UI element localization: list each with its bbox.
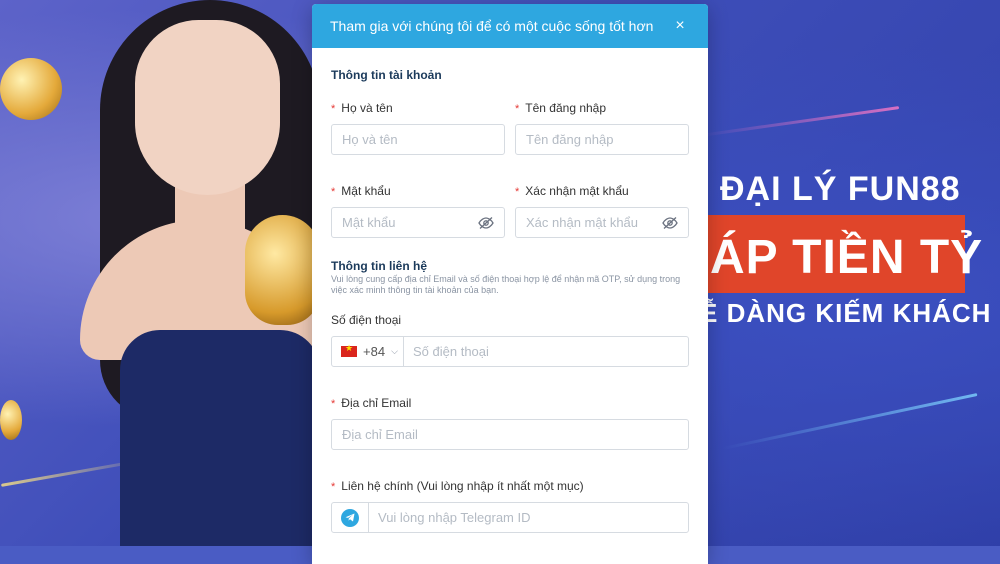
promo-headline: ĐẠI LÝ FUN88 bbox=[720, 170, 961, 208]
email-field: * Địa chỉ Email Địa chỉ Email bbox=[331, 395, 689, 450]
main-contact-label: Liên hệ chính (Vui lòng nhập ít nhất một… bbox=[341, 479, 584, 493]
promo-highlight-text: ÁP TIỀN TỶ bbox=[710, 231, 984, 284]
contact-type-select[interactable] bbox=[332, 503, 369, 532]
required-mark: * bbox=[331, 398, 336, 410]
eye-off-icon[interactable] bbox=[662, 216, 678, 230]
main-contact-field: * Liên hệ chính (Vui lòng nhập ít nhất mộ… bbox=[331, 478, 689, 533]
confirm-password-field: * Xác nhận mật khẩu Xác nhận mật khẩu bbox=[515, 183, 689, 238]
light-streak bbox=[700, 106, 900, 137]
contact-section-title: Thông tin liên hệ bbox=[331, 259, 427, 273]
fullname-label: Họ và tên bbox=[341, 101, 393, 115]
close-icon[interactable]: × bbox=[670, 17, 690, 35]
required-mark: * bbox=[515, 186, 520, 198]
password-field: * Mật khẩu Mật khẩu bbox=[331, 183, 505, 238]
account-section-title: Thông tin tài khoản bbox=[331, 68, 442, 82]
required-mark: * bbox=[515, 103, 520, 115]
email-input[interactable]: Địa chỉ Email bbox=[331, 419, 689, 450]
telegram-id-input[interactable]: Vui lòng nhập Telegram ID bbox=[369, 503, 688, 532]
required-mark: * bbox=[331, 103, 336, 115]
modal-title: Tham gia với chúng tôi để có một cuộc số… bbox=[330, 18, 654, 34]
fullname-input[interactable]: Họ và tên bbox=[331, 124, 505, 155]
money-bag-image bbox=[245, 215, 320, 325]
signup-modal: Tham gia với chúng tôi để có một cuộc số… bbox=[312, 4, 708, 564]
chevron-down-icon: ⌵ bbox=[391, 346, 398, 356]
email-label: Địa chỉ Email bbox=[341, 396, 412, 410]
vietnam-flag-icon bbox=[341, 343, 357, 357]
required-mark: * bbox=[331, 481, 336, 493]
contact-hint: Vui lòng cung cấp địa chỉ Email và số đi… bbox=[331, 274, 681, 295]
gold-coin-image bbox=[0, 400, 22, 440]
phone-label: Số điện thoại bbox=[331, 313, 402, 327]
confirm-password-input[interactable]: Xác nhận mật khẩu bbox=[515, 207, 689, 238]
username-input[interactable]: Tên đăng nhập bbox=[515, 124, 689, 155]
phone-field: Số điện thoại +84 ⌵ Số điện thoại bbox=[331, 312, 689, 367]
light-streak bbox=[722, 393, 978, 450]
username-field: * Tên đăng nhập Tên đăng nhập bbox=[515, 100, 689, 155]
confirm-password-label: Xác nhận mật khẩu bbox=[525, 184, 629, 198]
eye-off-icon[interactable] bbox=[478, 216, 494, 230]
phone-input[interactable]: Số điện thoại bbox=[404, 337, 688, 366]
password-input[interactable]: Mật khẩu bbox=[331, 207, 505, 238]
gold-coin-image bbox=[0, 58, 62, 120]
fullname-field: * Họ và tên Họ và tên bbox=[331, 100, 505, 155]
modal-header: Tham gia với chúng tôi để có một cuộc số… bbox=[312, 4, 708, 48]
required-mark: * bbox=[331, 186, 336, 198]
promo-subline: Ễ DÀNG KIẾM KHÁCH bbox=[700, 298, 992, 328]
password-label: Mật khẩu bbox=[341, 184, 391, 198]
telegram-icon bbox=[341, 508, 359, 527]
username-label: Tên đăng nhập bbox=[525, 101, 607, 115]
country-code-select[interactable]: +84 ⌵ bbox=[332, 337, 404, 366]
